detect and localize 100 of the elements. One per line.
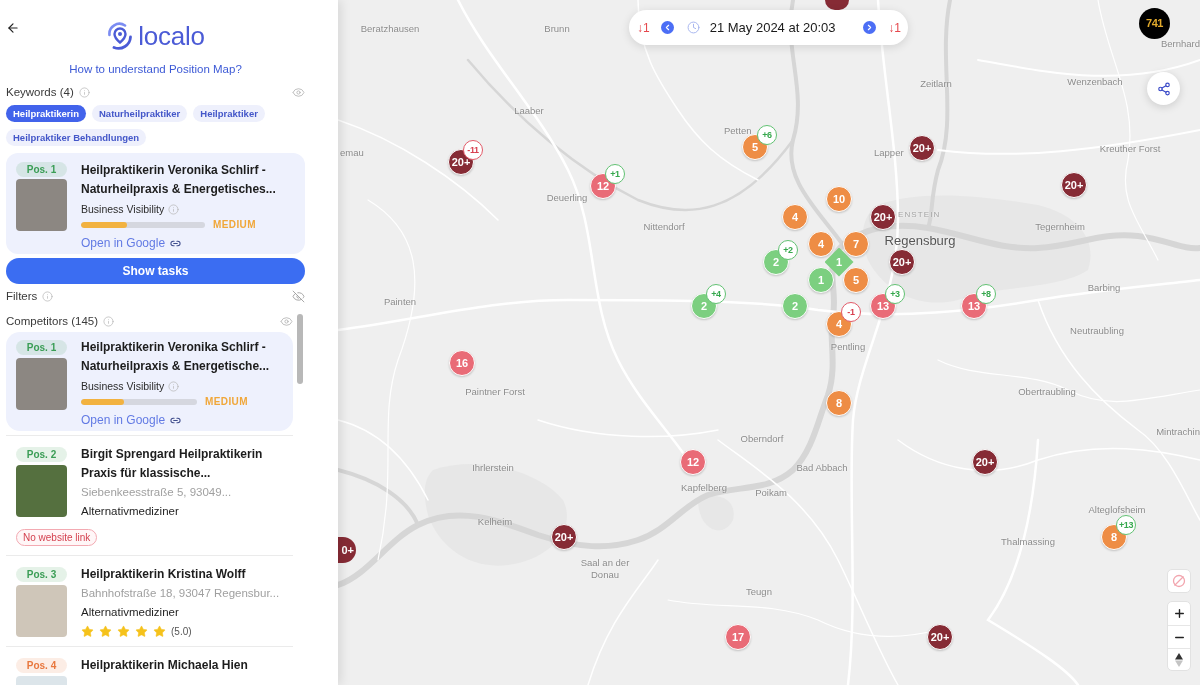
section-label: Keywords (4)	[6, 85, 74, 99]
place-label: Kapfelberg	[681, 481, 727, 493]
place-label: Pentling	[830, 340, 866, 352]
address-text: Siebenkeesstraße 5, 93049...	[81, 485, 233, 500]
section-label: Competitors (145)	[6, 314, 99, 328]
map-marker[interactable]: 0+	[338, 537, 356, 563]
place-label: Lapper	[874, 146, 904, 158]
back-arrow-icon	[6, 21, 20, 35]
category-text: Alternativmediziner	[81, 504, 180, 519]
business-name: Birgit Sprengard Heilpraktikerin Praxis für klassische...	[81, 446, 264, 482]
business-name: Heilpraktikerin Veronika Schlirf - Naturheilpraxis & Energetisches...	[81, 162, 277, 198]
keyword-chip[interactable]: Heilpraktiker	[193, 105, 265, 122]
place-label: Teugn	[746, 585, 772, 597]
place-label: Beratzhausen	[360, 22, 420, 34]
star-icon	[135, 624, 148, 638]
open-in-google-link[interactable]: Open in Google	[81, 235, 182, 251]
address-text: Bahnhofstraße 18, 93047 Regensbur...	[81, 586, 280, 601]
photo-placeholder	[16, 358, 67, 410]
scrollbar-thumb[interactable]	[297, 314, 303, 384]
open-in-google-link[interactable]: Open in Google	[81, 412, 182, 428]
place-label: Obertraubling	[1018, 385, 1076, 397]
business-name: Heilpraktikerin Kristina Wolff	[81, 566, 247, 583]
place-label: Regensburg	[884, 234, 956, 246]
place-label: Ihrlerstein	[472, 461, 514, 473]
place-label: Zeitlarn	[920, 77, 952, 89]
place-label: ENSTEIN	[898, 208, 941, 220]
eye-icon[interactable]	[292, 85, 305, 99]
place-label: Poikam	[755, 486, 787, 498]
info-icon[interactable]	[78, 86, 90, 98]
section-label: Filters	[6, 289, 38, 303]
back-button[interactable]	[6, 21, 20, 35]
place-label: Brunn	[544, 22, 570, 34]
show-tasks-button[interactable]: Show tasks	[6, 258, 305, 284]
keyword-chip[interactable]: Heilpraktiker Behandlungen	[6, 129, 147, 146]
north-arrow-icon	[1175, 652, 1183, 667]
position-badge: Pos. 2	[16, 447, 67, 462]
place-label: Paintner Forst	[465, 385, 525, 397]
rating-text: (5.0)	[171, 624, 192, 639]
warning-badge: No website link	[16, 529, 98, 546]
place-label: Kreuther Forst	[1099, 142, 1161, 154]
place-label: Bad Abbach	[796, 461, 848, 473]
rank-change-label: ↓1	[637, 19, 650, 37]
place-label: Saal an der Donau	[579, 557, 631, 581]
info-icon[interactable]	[168, 380, 180, 392]
keyword-chip[interactable]: Naturheilpraktiker	[92, 105, 188, 122]
map-marker[interactable]	[825, 0, 849, 10]
star-icon	[81, 624, 94, 638]
competitor-item[interactable]: Pos. 4 Heilpraktikerin Michaela Hien	[6, 646, 293, 685]
slashed-circle-icon	[1172, 574, 1186, 588]
place-label: Deuerling	[546, 191, 588, 203]
business-name: Heilpraktikerin Veronika Schlirf - Naturheilpraxis & Energetische...	[81, 339, 271, 375]
info-icon[interactable]	[103, 315, 115, 327]
eye-off-icon[interactable]	[292, 289, 305, 303]
clock-icon[interactable]	[686, 21, 700, 34]
place-label: Petten	[724, 124, 752, 136]
eye-icon[interactable]	[280, 314, 293, 328]
category-text: Alternativmediziner	[81, 605, 180, 620]
place-label: Barbing	[1087, 281, 1121, 293]
photo-placeholder	[16, 585, 67, 637]
date-label: 21 May 2024 at 20:03	[709, 18, 836, 37]
info-icon[interactable]	[42, 290, 54, 302]
position-badge: Pos. 3	[16, 567, 67, 582]
rank-change-label: ↓1	[888, 19, 901, 37]
visibility-rating: MEDIUM	[213, 218, 256, 232]
previous-date-button[interactable]	[660, 21, 674, 34]
place-label: Thalmassing	[1001, 535, 1055, 547]
place-label: Painten	[383, 295, 417, 307]
keyword-chip[interactable]: Heilpraktikerin	[6, 105, 86, 122]
next-date-button[interactable]	[863, 21, 877, 34]
place-label: Alteglofsheim	[1088, 503, 1146, 515]
compass-button[interactable]	[1167, 569, 1191, 593]
star-icon	[153, 624, 166, 638]
visibility-rating: MEDIUM	[205, 395, 248, 409]
competitor-item[interactable]: Pos. 1 Heilpraktikerin Veronika Schlirf - Naturheilpraxis & Energetische... Business Visibility MEDIUM Open in Google	[6, 332, 293, 431]
position-badge: Pos. 4	[16, 658, 67, 673]
logo-icon	[106, 22, 133, 50]
place-label: Neutraubling	[1070, 324, 1124, 336]
place-label: Nittendorf	[643, 220, 685, 232]
place-label: Kelheim	[477, 515, 513, 527]
place-label: Mintrachin	[1156, 425, 1200, 437]
star-icon	[117, 624, 130, 638]
visibility-label: Business Visibility	[81, 202, 165, 216]
visibility-label: Business Visibility	[81, 379, 165, 393]
place-label: Wenzenbach	[1067, 75, 1123, 87]
place-label: Tegernheim	[1035, 220, 1085, 232]
info-icon[interactable]	[168, 203, 180, 215]
business-name: Heilpraktikerin Michaela Hien	[81, 657, 248, 674]
position-badge: Pos. 1	[16, 340, 67, 355]
plus-icon	[1172, 607, 1186, 620]
photo-placeholder	[16, 179, 67, 231]
place-label: Laaber	[514, 104, 544, 116]
position-badge: Pos. 1	[16, 162, 67, 177]
place-label: emau	[340, 146, 364, 158]
logo-text: localo	[138, 22, 205, 50]
place-label: Bernhard	[1160, 37, 1200, 49]
star-icon	[99, 624, 112, 638]
place-label: Oberndorf	[740, 432, 784, 444]
photo-placeholder	[16, 465, 67, 517]
share-icon	[1156, 81, 1171, 96]
help-link[interactable]: How to understand Position Map?	[69, 62, 242, 76]
